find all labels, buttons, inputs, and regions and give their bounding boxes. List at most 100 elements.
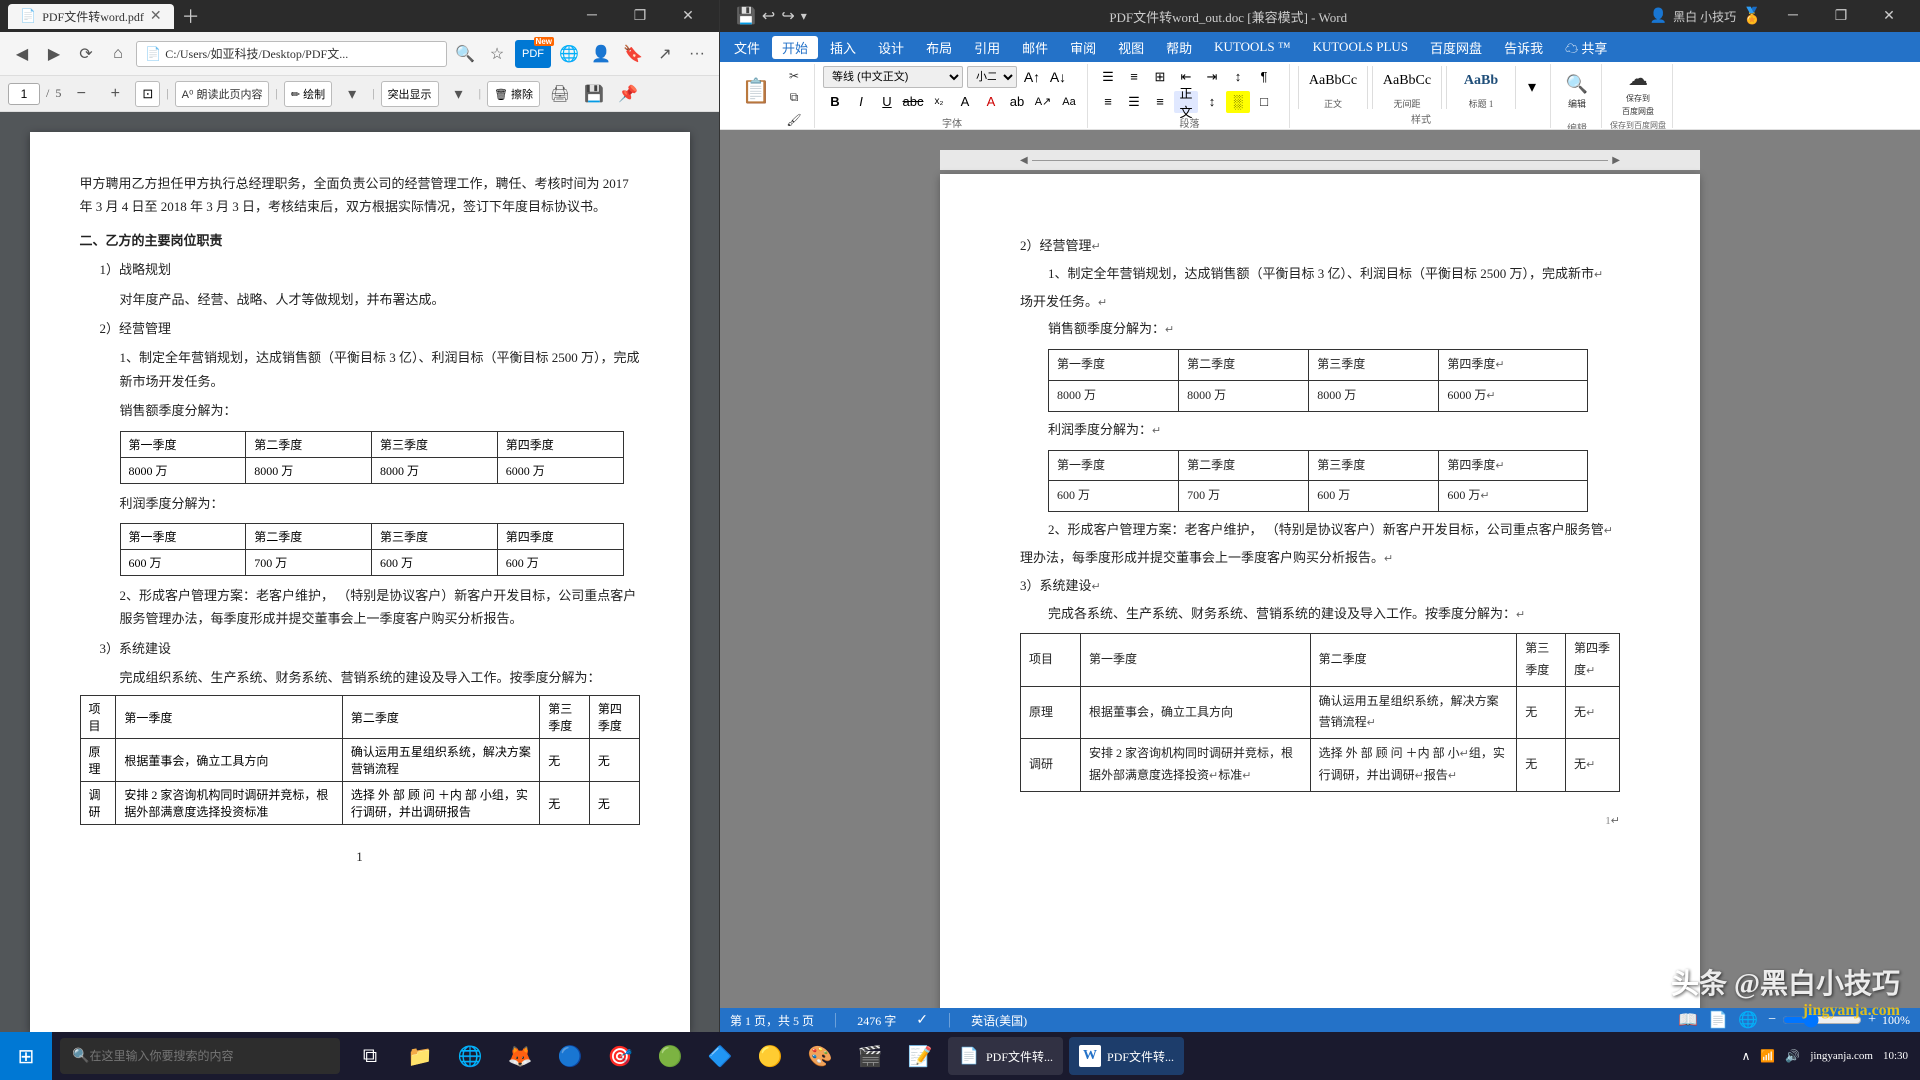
pdf-tab[interactable]: 📄 PDF文件转word.pdf ✕: [8, 4, 174, 29]
menu-design[interactable]: 设计: [868, 36, 914, 59]
pdf-highlight-arrow[interactable]: ▾: [445, 80, 473, 108]
baidu-save-btn[interactable]: ☁ 保存到 百度网盘: [1612, 66, 1664, 118]
word-close-btn[interactable]: ✕: [1866, 0, 1912, 32]
pdf-prev-page[interactable]: −: [67, 80, 95, 108]
pdf-more-btn[interactable]: ···: [683, 40, 711, 68]
taskbar-app5[interactable]: 🎨: [798, 1032, 842, 1080]
pdf-new-tab[interactable]: ＋: [182, 3, 200, 29]
justify-btn[interactable]: 正文: [1174, 91, 1198, 113]
word-redo-icon[interactable]: ↪: [781, 6, 794, 26]
menu-tell[interactable]: 告诉我: [1494, 36, 1553, 59]
pdf-bookmark-btn[interactable]: 🔖: [619, 40, 647, 68]
format-painter-btn[interactable]: 🖌: [780, 110, 808, 130]
pdf-fit-width[interactable]: ⊡: [135, 81, 160, 107]
clear-format-btn[interactable]: A: [953, 91, 977, 113]
style-normal[interactable]: AaBbCc 正文: [1298, 66, 1368, 109]
pdf-globe-btn[interactable]: 🌐: [555, 40, 583, 68]
style-h1[interactable]: AaBb 标题 1: [1446, 66, 1516, 109]
shading-btn[interactable]: A↗: [1031, 91, 1055, 113]
taskbar-word-app[interactable]: W PDF文件转...: [1069, 1037, 1184, 1075]
pdf-pin-btn[interactable]: 📌: [614, 80, 642, 108]
menu-mail[interactable]: 邮件: [1012, 36, 1058, 59]
styles-more-btn[interactable]: ▾: [1520, 66, 1544, 109]
taskbar-browser3[interactable]: 🔵: [548, 1032, 592, 1080]
indent-increase-btn[interactable]: ⇥: [1200, 66, 1224, 88]
pdf-restore-btn[interactable]: ❐: [617, 0, 663, 32]
pdf-page-input[interactable]: [8, 83, 40, 105]
border-btn[interactable]: □: [1252, 91, 1276, 113]
menu-home[interactable]: 开始: [772, 36, 818, 59]
taskbar-app4[interactable]: 🟡: [748, 1032, 792, 1080]
menu-layout[interactable]: 布局: [916, 36, 962, 59]
start-button[interactable]: ⊞: [0, 1032, 52, 1080]
pdf-star-btn[interactable]: ☆: [483, 40, 511, 68]
word-doc-area[interactable]: ◀ ▶ 2）经营管理↵ 1、制定全年营销规划，达成销售额（平衡目标 3 亿）、利…: [720, 130, 1920, 1008]
word-save-icon[interactable]: 💾: [736, 6, 756, 26]
task-view-btn[interactable]: ⧉: [348, 1032, 392, 1080]
pdf-search-btn[interactable]: 🔍: [451, 40, 479, 68]
pdf-highlight-btn[interactable]: 突出显示: [381, 81, 439, 107]
pdf-convert-btn[interactable]: PDF New: [515, 40, 551, 68]
menu-kutools[interactable]: KUTOOLS ™: [1204, 37, 1300, 57]
line-spacing-btn[interactable]: ↕: [1200, 91, 1224, 113]
shading2-btn[interactable]: ░: [1226, 91, 1250, 113]
taskbar-app3[interactable]: 🔷: [698, 1032, 742, 1080]
italic-btn[interactable]: I: [849, 91, 873, 113]
cut-btn[interactable]: ✂: [780, 66, 808, 86]
font-grow-btn[interactable]: A↑: [1021, 67, 1043, 87]
align-center-btn[interactable]: ☰: [1122, 91, 1146, 113]
pdf-forward-btn[interactable]: ▶: [40, 40, 68, 68]
highlight-btn[interactable]: ab: [1005, 91, 1029, 113]
taskbar-pdf-app[interactable]: 📄 PDF文件转...: [948, 1037, 1063, 1075]
outline-btn[interactable]: ⊞: [1148, 66, 1172, 88]
pdf-close-btn[interactable]: ✕: [665, 0, 711, 32]
word-restore-btn[interactable]: ❐: [1818, 0, 1864, 32]
taskbar-search-bar[interactable]: 🔍: [60, 1038, 340, 1074]
align-left-btn[interactable]: ≡: [1096, 91, 1120, 113]
menu-baidu[interactable]: 百度网盘: [1420, 36, 1492, 59]
copy-btn[interactable]: ⧉: [780, 88, 808, 108]
show-para-btn[interactable]: ¶: [1252, 66, 1276, 88]
taskbar-app2[interactable]: 🟢: [648, 1032, 692, 1080]
pdf-read-aloud[interactable]: A⁰ 朗读此页内容: [175, 81, 270, 107]
taskbar-search-input[interactable]: [89, 1049, 328, 1063]
pdf-close-tab[interactable]: ✕: [150, 8, 162, 25]
pdf-minimize-btn[interactable]: ─: [569, 0, 615, 32]
menu-refs[interactable]: 引用: [964, 36, 1010, 59]
taskbar-app1[interactable]: 🎯: [598, 1032, 642, 1080]
menu-help[interactable]: 帮助: [1156, 36, 1202, 59]
word-minimize-btn[interactable]: ─: [1770, 0, 1816, 32]
pdf-erase-btn[interactable]: 🗑 擦除: [487, 81, 540, 107]
menu-share[interactable]: ☁ 共享: [1555, 36, 1617, 59]
taskbar-app7[interactable]: 📝: [898, 1032, 942, 1080]
tray-expand-btn[interactable]: ∧: [1742, 1049, 1751, 1064]
paste-btn[interactable]: 📋: [734, 66, 778, 118]
underline-btn[interactable]: U: [875, 91, 899, 113]
menu-file[interactable]: 文件: [724, 36, 770, 59]
font-shrink-btn[interactable]: A↓: [1047, 67, 1069, 87]
menu-view[interactable]: 视图: [1108, 36, 1154, 59]
pdf-address-bar[interactable]: 📄 C:/Users/如亚科技/Desktop/PDF文...: [136, 41, 447, 67]
pdf-back-btn[interactable]: ◀: [8, 40, 36, 68]
align-right-btn[interactable]: ≡: [1148, 91, 1172, 113]
taskbar-explorer[interactable]: 📁: [398, 1032, 442, 1080]
taskbar-browser1[interactable]: 🌐: [448, 1032, 492, 1080]
pdf-draw-arrow[interactable]: ▾: [338, 80, 366, 108]
pdf-next-page[interactable]: +: [101, 80, 129, 108]
pdf-user-btn[interactable]: 👤: [587, 40, 615, 68]
font-color-btn[interactable]: A: [979, 91, 1003, 113]
menu-kutools-plus[interactable]: KUTOOLS PLUS: [1303, 37, 1418, 57]
subscript-btn[interactable]: x₂: [927, 91, 951, 113]
pdf-refresh-btn[interactable]: ⟳: [72, 40, 100, 68]
pdf-content-area[interactable]: 甲方聘用乙方担任甲方执行总经理职务，全面负责公司的经营管理工作，聘任、考核时间为…: [0, 112, 719, 1032]
style-no-space[interactable]: AaBbCc 无间距: [1372, 66, 1442, 109]
pdf-home-btn[interactable]: ⌂: [104, 40, 132, 68]
font-size-select[interactable]: 小二: [967, 66, 1017, 88]
strikethrough-btn[interactable]: abc: [901, 91, 925, 113]
pdf-save-btn[interactable]: 💾: [580, 80, 608, 108]
sort-btn[interactable]: ↕: [1226, 66, 1250, 88]
taskbar-browser2[interactable]: 🦊: [498, 1032, 542, 1080]
menu-insert[interactable]: 插入: [820, 36, 866, 59]
pdf-draw-btn[interactable]: ✏ 绘制: [284, 81, 332, 107]
numbering-btn[interactable]: ≡: [1122, 66, 1146, 88]
